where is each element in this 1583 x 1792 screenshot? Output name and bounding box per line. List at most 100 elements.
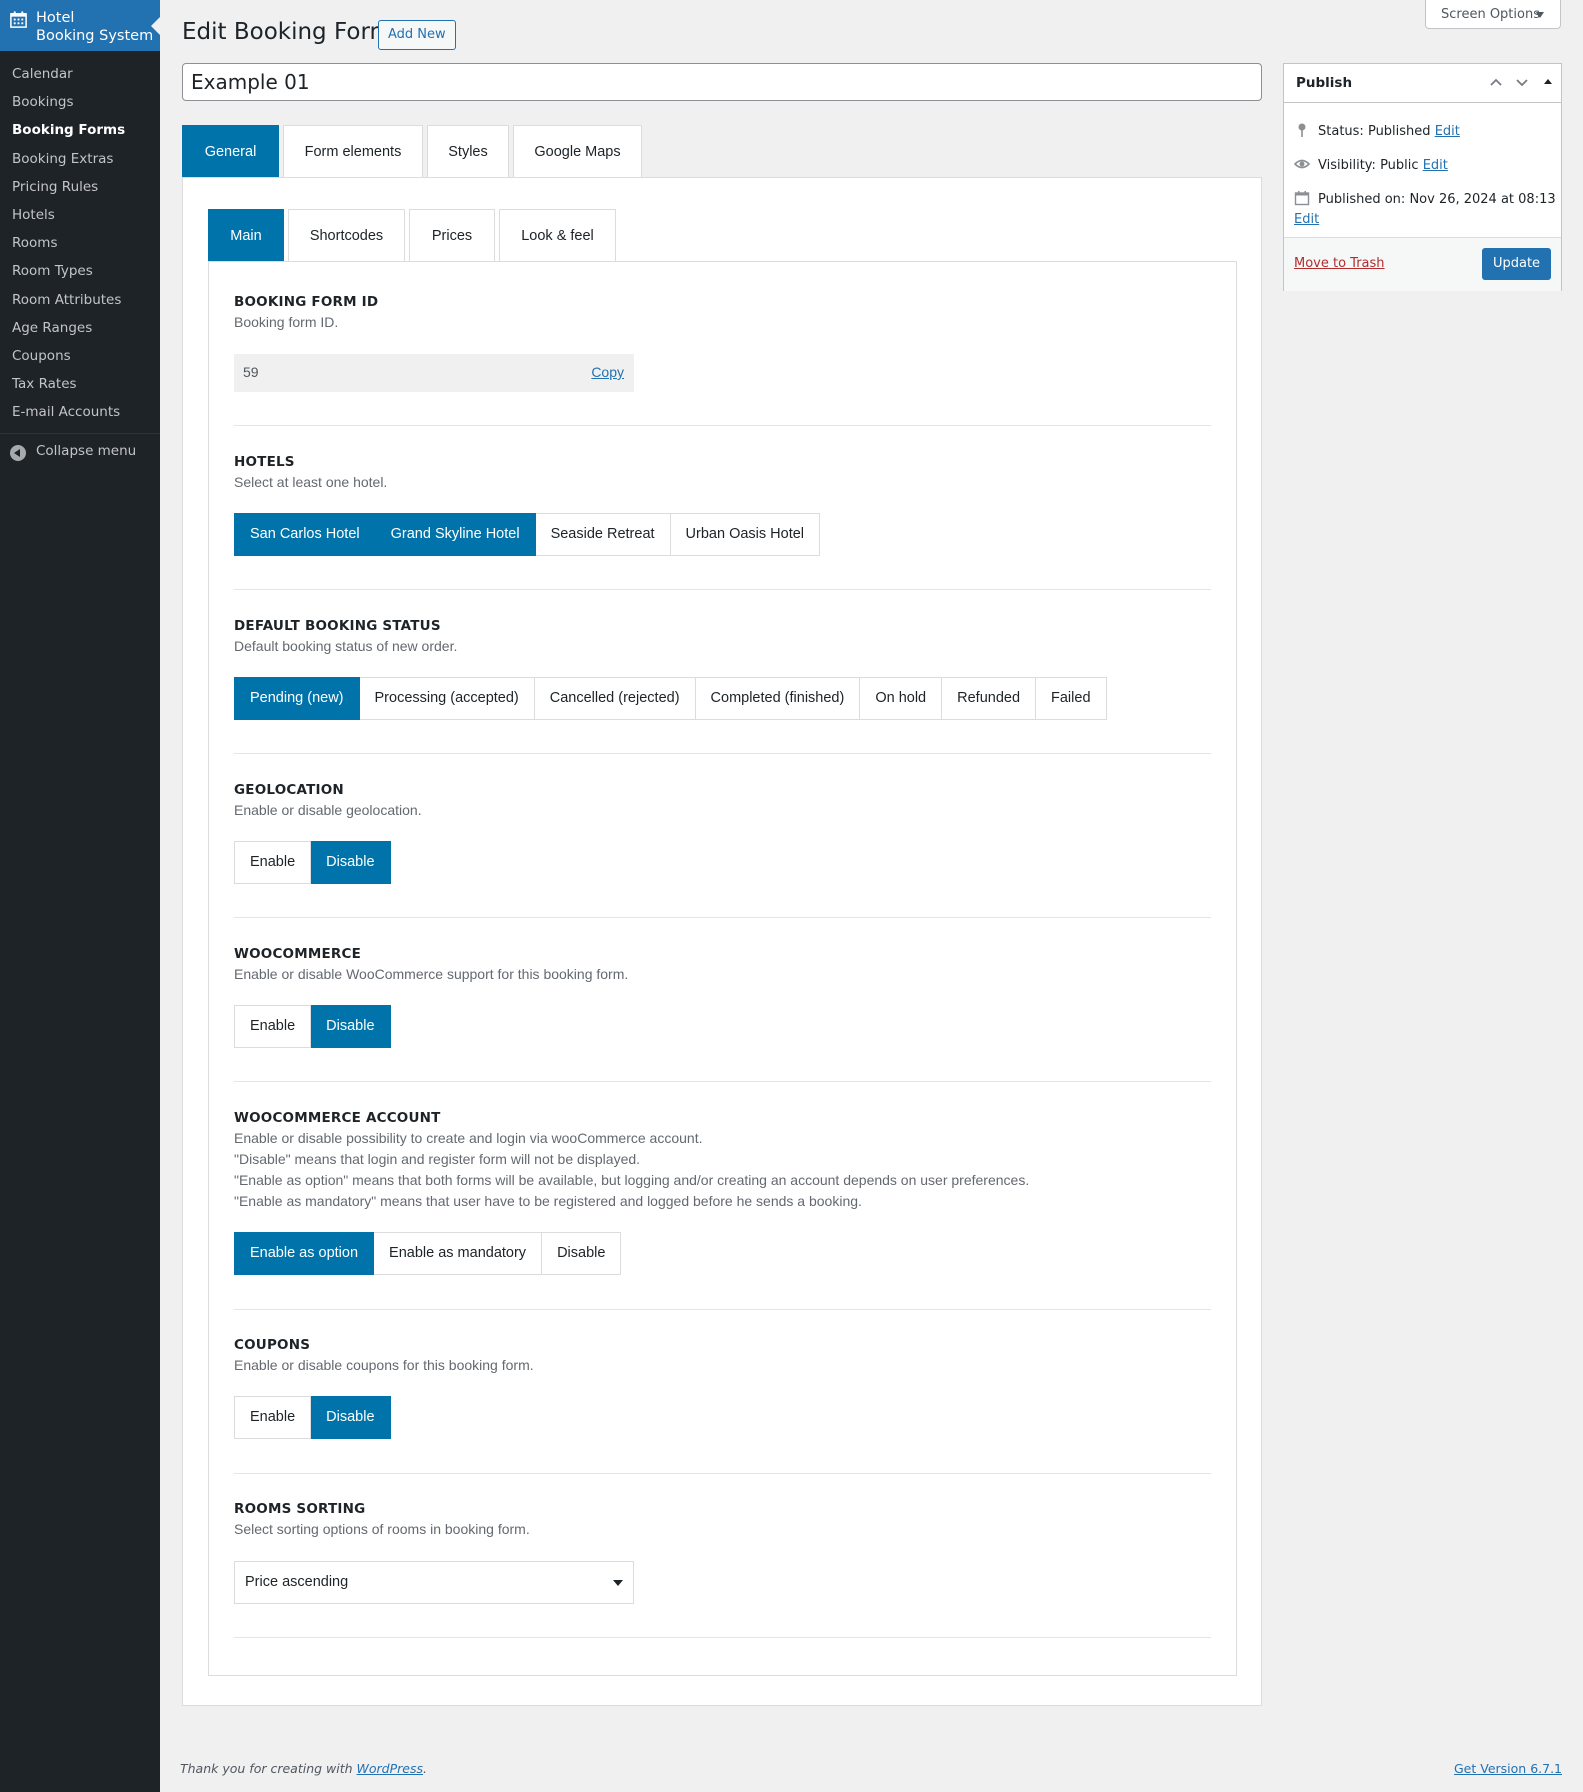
publish-visibility-row: Visibility: Public Edit bbox=[1294, 156, 1448, 176]
woo-account-enable-as-option[interactable]: Enable as option bbox=[234, 1232, 375, 1275]
post-title-input[interactable]: Example 01 bbox=[182, 63, 1262, 101]
tab-styles[interactable]: Styles bbox=[427, 125, 509, 177]
status-button-group: Pending (new) Processing (accepted) Canc… bbox=[234, 677, 1211, 720]
sidebar-item-room-attributes[interactable]: Room Attributes bbox=[0, 286, 160, 314]
sidebar-item-pricing-rules[interactable]: Pricing Rules bbox=[0, 173, 160, 201]
section-description: Select sorting options of rooms in booki… bbox=[234, 1521, 530, 1537]
footer-thanks: Thank you for creating with WordPress. bbox=[180, 1761, 427, 1776]
calendar-icon bbox=[10, 11, 27, 28]
sidebar-item-booking-forms[interactable]: Booking Forms bbox=[0, 116, 160, 144]
section-description: Select at least one hotel. bbox=[234, 474, 388, 490]
section-description: Enable or disable coupons for this booki… bbox=[234, 1357, 534, 1373]
status-option-processing[interactable]: Processing (accepted) bbox=[359, 677, 535, 720]
section-description-line: "Enable as mandatory" means that user ha… bbox=[234, 1193, 862, 1209]
section-description-line: Enable or disable possibility to create … bbox=[234, 1130, 703, 1146]
section-rooms-sorting: ROOMS SORTING Select sorting options of … bbox=[234, 1499, 1211, 1604]
rooms-sorting-select[interactable]: Price ascending bbox=[234, 1561, 634, 1604]
rooms-sorting-value: Price ascending bbox=[245, 1574, 349, 1590]
sidebar-item-booking-extras[interactable]: Booking Extras bbox=[0, 145, 160, 173]
brand-line-2: Booking System bbox=[36, 28, 154, 44]
move-down-icon[interactable] bbox=[1514, 74, 1530, 90]
section-divider bbox=[234, 1309, 1211, 1310]
tab-main[interactable]: Main bbox=[208, 209, 284, 261]
tab-google-maps[interactable]: Google Maps bbox=[513, 125, 642, 177]
tab-prices[interactable]: Prices bbox=[409, 209, 495, 261]
coupons-enable[interactable]: Enable bbox=[234, 1396, 312, 1439]
move-up-icon[interactable] bbox=[1488, 74, 1504, 90]
publish-actions: Move to Trash Update bbox=[1284, 237, 1561, 291]
toggle-panel-icon[interactable] bbox=[1540, 74, 1556, 90]
caret-down-icon bbox=[1536, 12, 1544, 18]
eye-icon bbox=[1294, 159, 1310, 169]
section-woocommerce: WOOCOMMERCE Enable or disable WooCommerc… bbox=[234, 944, 1211, 1048]
brand-line-1: Hotel bbox=[36, 10, 75, 26]
woocommerce-disable[interactable]: Disable bbox=[311, 1005, 391, 1048]
edit-status-link[interactable]: Edit bbox=[1435, 124, 1460, 139]
sidebar-item-bookings[interactable]: Bookings bbox=[0, 88, 160, 116]
section-title: DEFAULT BOOKING STATUS bbox=[234, 618, 441, 634]
get-version-link[interactable]: Get Version 6.7.1 bbox=[1454, 1761, 1562, 1776]
section-divider bbox=[234, 1473, 1211, 1474]
geolocation-button-group: Enable Disable bbox=[234, 841, 1211, 884]
edit-date-link[interactable]: Edit bbox=[1294, 212, 1319, 227]
status-option-failed[interactable]: Failed bbox=[1036, 677, 1107, 720]
geolocation-enable[interactable]: Enable bbox=[234, 841, 312, 884]
woo-account-enable-as-mandatory[interactable]: Enable as mandatory bbox=[374, 1232, 543, 1275]
sidebar-item-age-ranges[interactable]: Age Ranges bbox=[0, 314, 160, 342]
outer-tab-bar: General Form elements Styles Google Maps bbox=[182, 125, 646, 177]
section-title: WOOCOMMERCE bbox=[234, 946, 362, 962]
sidebar-brand-label: Hotel Booking System bbox=[36, 9, 153, 45]
screen-options-button[interactable]: Screen Options bbox=[1425, 0, 1561, 29]
sidebar-item-email-accounts[interactable]: E-mail Accounts bbox=[0, 398, 160, 426]
update-button[interactable]: Update bbox=[1482, 248, 1551, 280]
status-option-on-hold[interactable]: On hold bbox=[860, 677, 943, 720]
pin-icon bbox=[1298, 123, 1306, 137]
section-divider bbox=[234, 917, 1211, 918]
add-new-button[interactable]: Add New bbox=[378, 20, 456, 50]
coupons-disable[interactable]: Disable bbox=[311, 1396, 391, 1439]
hotel-option-san-carlos[interactable]: San Carlos Hotel bbox=[234, 513, 376, 556]
sidebar-brand-hotel-booking-system[interactable]: Hotel Booking System bbox=[0, 0, 160, 51]
tab-look-and-feel[interactable]: Look & feel bbox=[499, 209, 616, 261]
status-option-refunded[interactable]: Refunded bbox=[942, 677, 1037, 720]
status-label: Status: bbox=[1318, 124, 1364, 139]
move-to-trash-link[interactable]: Move to Trash bbox=[1294, 256, 1385, 271]
status-option-cancelled[interactable]: Cancelled (rejected) bbox=[534, 677, 696, 720]
section-description-line: "Enable as option" means that both forms… bbox=[234, 1172, 1030, 1188]
wordpress-link[interactable]: WordPress bbox=[357, 1761, 423, 1776]
geolocation-disable[interactable]: Disable bbox=[311, 841, 391, 884]
collapse-menu-button[interactable]: Collapse menu bbox=[0, 433, 160, 470]
woocommerce-enable[interactable]: Enable bbox=[234, 1005, 312, 1048]
sidebar-item-calendar[interactable]: Calendar bbox=[0, 60, 160, 88]
tab-shortcodes[interactable]: Shortcodes bbox=[288, 209, 405, 261]
section-coupons: COUPONS Enable or disable coupons for th… bbox=[234, 1335, 1211, 1439]
sidebar-item-hotels[interactable]: Hotels bbox=[0, 201, 160, 229]
sidebar-item-room-types[interactable]: Room Types bbox=[0, 257, 160, 285]
hotel-option-urban-oasis[interactable]: Urban Oasis Hotel bbox=[670, 513, 821, 556]
copy-id-link[interactable]: Copy bbox=[591, 364, 624, 380]
sidebar-submenu: Calendar Bookings Booking Forms Booking … bbox=[0, 60, 160, 426]
tab-form-elements[interactable]: Form elements bbox=[283, 125, 423, 177]
screen-options-label: Screen Options bbox=[1441, 7, 1540, 22]
hotel-option-seaside-retreat[interactable]: Seaside Retreat bbox=[535, 513, 671, 556]
tab-general[interactable]: General bbox=[182, 125, 279, 177]
publish-date-row: Published on: Nov 26, 2024 at 08:13 bbox=[1294, 190, 1556, 210]
edit-visibility-link[interactable]: Edit bbox=[1423, 158, 1448, 173]
section-divider bbox=[234, 425, 1211, 426]
status-option-pending[interactable]: Pending (new) bbox=[234, 677, 360, 720]
woocommerce-button-group: Enable Disable bbox=[234, 1005, 1211, 1048]
section-description: Booking form ID. bbox=[234, 314, 339, 330]
section-divider bbox=[234, 1637, 1211, 1638]
status-option-completed[interactable]: Completed (finished) bbox=[695, 677, 861, 720]
booking-form-id-value: 59 bbox=[243, 364, 259, 380]
publish-title: Publish bbox=[1296, 75, 1353, 91]
woo-account-disable[interactable]: Disable bbox=[542, 1232, 622, 1275]
publish-date-edit-row: Edit bbox=[1294, 210, 1319, 230]
collapse-menu-label: Collapse menu bbox=[36, 443, 137, 459]
hotel-option-grand-skyline[interactable]: Grand Skyline Hotel bbox=[375, 513, 536, 556]
sidebar-item-coupons[interactable]: Coupons bbox=[0, 342, 160, 370]
sidebar-item-tax-rates[interactable]: Tax Rates bbox=[0, 370, 160, 398]
sidebar-item-rooms[interactable]: Rooms bbox=[0, 229, 160, 257]
visibility-value: Public bbox=[1380, 158, 1419, 173]
current-menu-arrow bbox=[151, 17, 160, 35]
